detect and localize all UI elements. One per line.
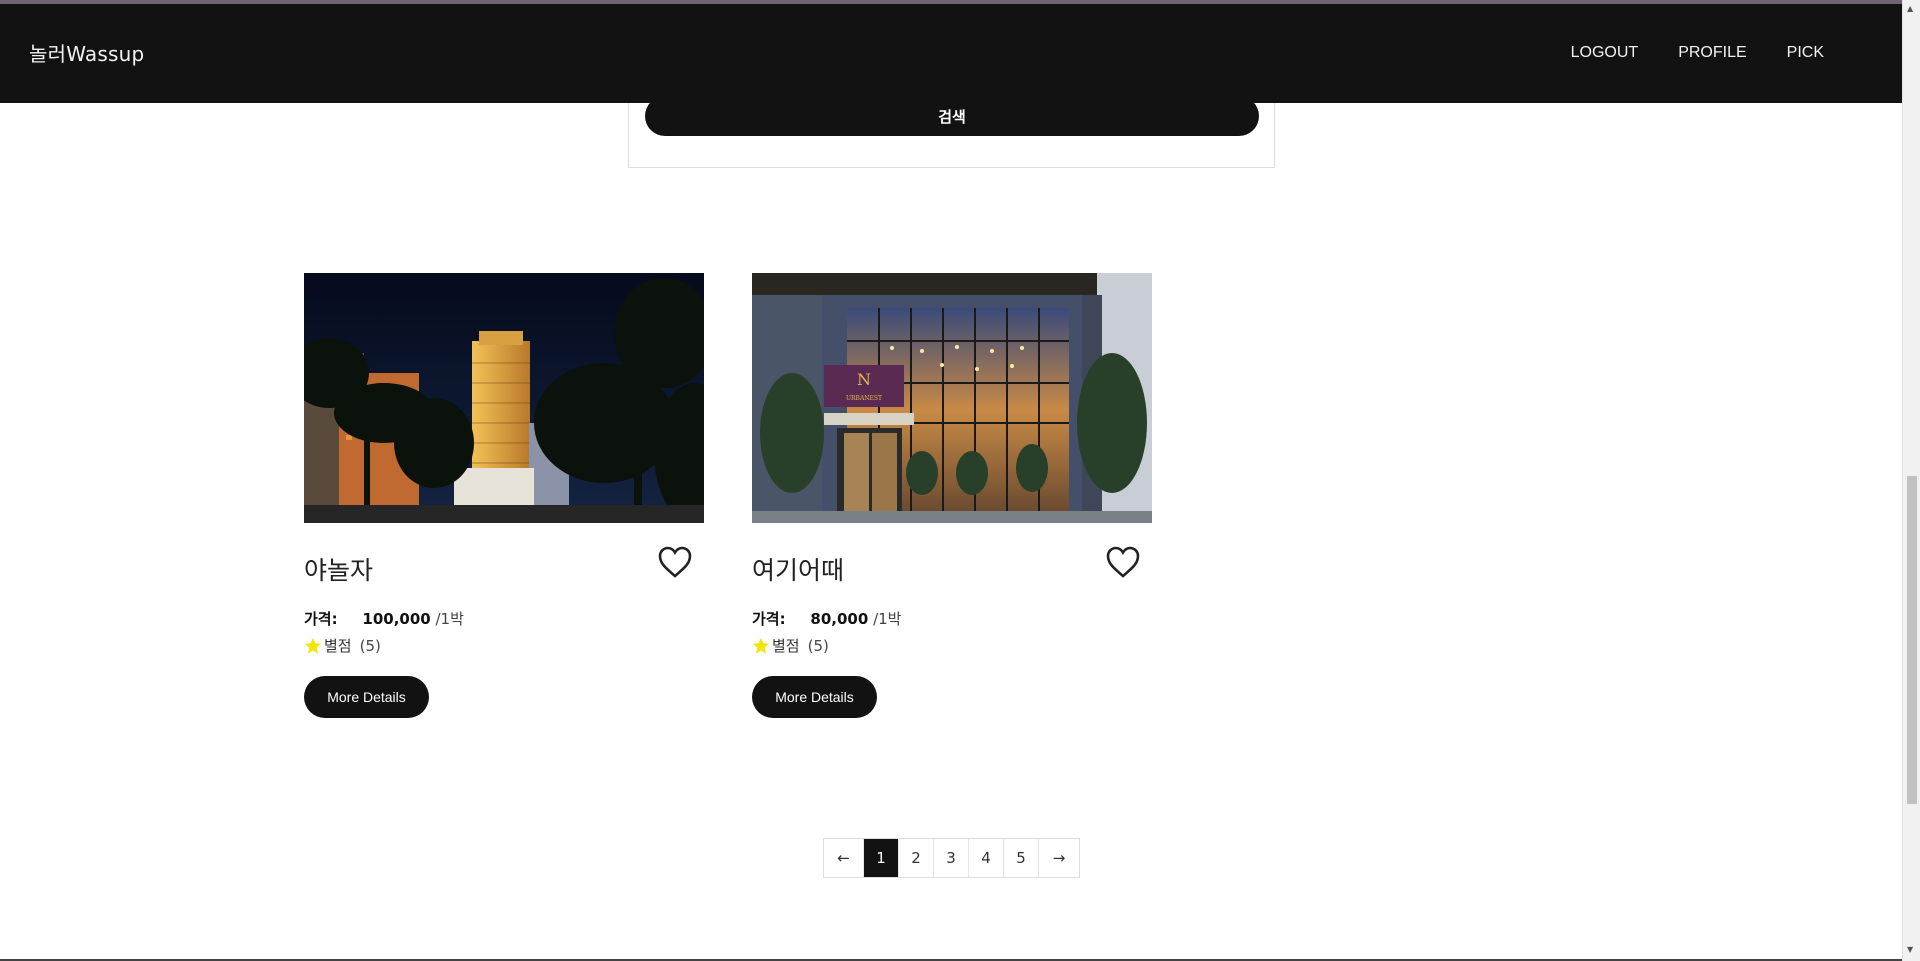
star-icon: [304, 637, 322, 654]
heart-icon[interactable]: [657, 545, 693, 579]
rating-row: 별점 (5): [304, 635, 381, 656]
scrollbar[interactable]: ▲ ▼: [1902, 0, 1920, 961]
hotel-night-image[interactable]: [304, 273, 704, 523]
nav-logout-link[interactable]: LOGOUT: [1571, 44, 1639, 62]
hotel-sign-logo: N: [857, 370, 871, 389]
listing-card: N URBANEST 여기어때 가격: 80,000 /1박 별점 (5) Mo…: [752, 273, 1152, 718]
listing-title: 야놀자: [304, 556, 374, 585]
price-unit: /1박: [873, 610, 902, 628]
more-details-button[interactable]: More Details: [304, 676, 429, 718]
brand-logo[interactable]: 놀러Wassup: [29, 38, 144, 67]
page-1[interactable]: 1: [864, 839, 899, 877]
listing-card: 야놀자 가격: 100,000 /1박 별점 (5) More Details: [304, 273, 704, 718]
price-row: 가격: 80,000 /1박: [752, 608, 901, 629]
scrollbar-thumb[interactable]: [1907, 476, 1917, 804]
price-row: 가격: 100,000 /1박: [304, 608, 464, 629]
nav-links: LOGOUT PROFILE PICK: [1571, 44, 1824, 62]
rating-label: 별점: [772, 637, 800, 655]
prev-page-arrow-icon[interactable]: ←: [824, 839, 864, 877]
next-page-arrow-icon[interactable]: →: [1039, 839, 1079, 877]
rating-count: (5): [807, 636, 829, 655]
card-title-row: 야놀자: [304, 523, 704, 593]
more-details-button[interactable]: More Details: [752, 676, 877, 718]
pagination: ← 1 2 3 4 5 →: [823, 838, 1080, 878]
page-5[interactable]: 5: [1004, 839, 1039, 877]
heart-icon[interactable]: [1105, 545, 1141, 579]
scroll-down-icon[interactable]: ▼: [1907, 945, 1913, 955]
hotel-entrance-image[interactable]: N URBANEST: [752, 273, 1152, 523]
nav-pick-link[interactable]: PICK: [1787, 44, 1824, 62]
listing-title: 여기어때: [752, 556, 845, 585]
page-3[interactable]: 3: [934, 839, 969, 877]
price-value: 100,000: [362, 610, 431, 628]
star-icon: [752, 637, 770, 654]
price-label: 가격:: [304, 610, 338, 628]
hotel-sign-text: URBANEST: [846, 395, 882, 402]
nav-profile-link[interactable]: PROFILE: [1678, 44, 1746, 62]
rating-row: 별점 (5): [752, 635, 829, 656]
scroll-up-icon[interactable]: ▲: [1907, 4, 1913, 14]
rating-label: 별점: [324, 637, 352, 655]
page-2[interactable]: 2: [899, 839, 934, 877]
navbar: 놀러Wassup LOGOUT PROFILE PICK: [0, 4, 1902, 103]
rating-count: (5): [359, 636, 381, 655]
price-unit: /1박: [435, 610, 464, 628]
card-title-row: 여기어때: [752, 523, 1152, 593]
page-4[interactable]: 4: [969, 839, 1004, 877]
price-label: 가격:: [752, 610, 786, 628]
price-value: 80,000: [810, 610, 869, 628]
